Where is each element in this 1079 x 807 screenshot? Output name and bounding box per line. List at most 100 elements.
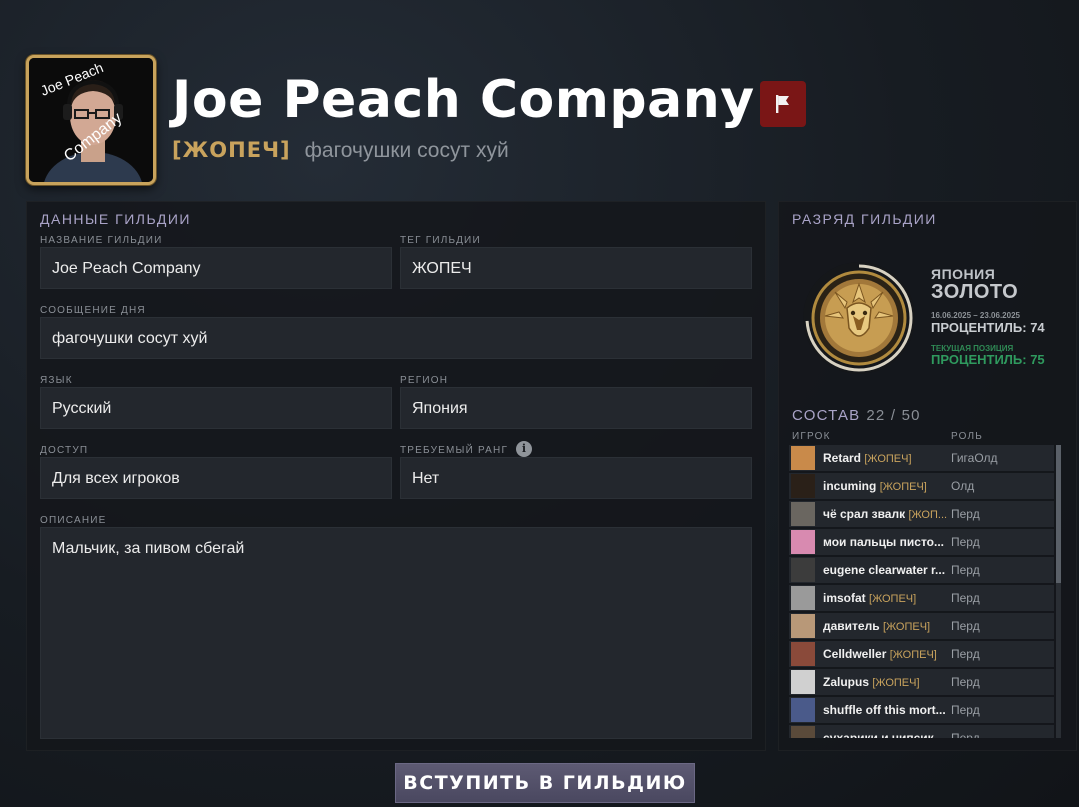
roster-scrollbar-thumb[interactable] bbox=[1056, 445, 1061, 583]
member-tag: [ЖОПЕЧ] bbox=[872, 677, 920, 689]
member-name-text: shuffle off this mort... bbox=[823, 703, 946, 717]
roster-member-row[interactable]: сухарики и чипсик... Перд bbox=[789, 725, 1054, 738]
member-role: Перд bbox=[951, 703, 980, 717]
gold-rank-medal-icon bbox=[803, 262, 915, 374]
member-name-text: сухарики и чипсик... bbox=[823, 731, 944, 738]
guild-page: Joe Peach Company Joe Peach Company [ЖОП… bbox=[0, 0, 1079, 807]
member-name: Zalupus [ЖОПЕЧ] bbox=[823, 675, 949, 689]
member-role: Перд bbox=[951, 647, 980, 661]
roster-member-row[interactable]: мои пальцы писто... Перд bbox=[789, 529, 1054, 555]
member-name-text: Zalupus bbox=[823, 675, 870, 689]
roster-member-row[interactable]: imsofat [ЖОПЕЧ] Перд bbox=[789, 585, 1054, 611]
member-role: Перд bbox=[951, 563, 980, 577]
member-role: Перд bbox=[951, 619, 980, 633]
roster-player-column: ИГРОК bbox=[792, 431, 831, 442]
roster-member-row[interactable]: Celldweller [ЖОПЕЧ] Перд bbox=[789, 641, 1054, 667]
guild-rank-title: РАЗРЯД ГИЛЬДИИ bbox=[792, 211, 937, 227]
guild-logo: Joe Peach Company bbox=[26, 55, 156, 185]
region-label: РЕГИОН bbox=[400, 375, 449, 386]
roster-member-row[interactable]: eugene clearwater r... Перд bbox=[789, 557, 1054, 583]
language-label: ЯЗЫК bbox=[40, 375, 73, 386]
roster-list[interactable]: Retard [ЖОПЕЧ] ГигаОлд incuming [ЖОПЕЧ] Олд… bbox=[789, 445, 1054, 738]
roster-title: СОСТАВ 22 / 50 bbox=[792, 407, 921, 424]
language-field[interactable]: Русский bbox=[40, 387, 392, 429]
member-avatar bbox=[791, 474, 815, 498]
roster-title-label: СОСТАВ bbox=[792, 407, 861, 424]
roster-member-row[interactable]: incuming [ЖОПЕЧ] Олд bbox=[789, 473, 1054, 499]
current-percentile: ПРОЦЕНТИЛЬ: 75 bbox=[931, 352, 1045, 367]
roster-role-column: РОЛЬ bbox=[951, 431, 984, 442]
member-avatar bbox=[791, 726, 815, 738]
member-name: incuming [ЖОПЕЧ] bbox=[823, 479, 949, 493]
guild-motd: фагочушки сосут хуй bbox=[304, 139, 509, 162]
member-name-text: Retard bbox=[823, 451, 862, 465]
guild-tag: [ЖОПЕЧ] bbox=[172, 138, 291, 162]
member-avatar bbox=[791, 614, 815, 638]
member-avatar bbox=[791, 558, 815, 582]
member-role: Олд bbox=[951, 479, 975, 493]
member-role: Перд bbox=[951, 591, 980, 605]
guild-subline: [ЖОПЕЧ] фагочушки сосут хуй bbox=[172, 138, 509, 163]
rank-dates: 16.06.2025 – 23.06.2025 bbox=[931, 311, 1020, 320]
member-avatar bbox=[791, 530, 815, 554]
member-name: Celldweller [ЖОПЕЧ] bbox=[823, 647, 949, 661]
member-role: Перд bbox=[951, 535, 980, 549]
guild-name-label: НАЗВАНИЕ ГИЛЬДИИ bbox=[40, 235, 163, 246]
motd-field[interactable]: фагочушки сосут хуй bbox=[40, 317, 752, 359]
member-name: Retard [ЖОПЕЧ] bbox=[823, 451, 949, 465]
access-field[interactable]: Для всех игроков bbox=[40, 457, 392, 499]
guild-tag-field[interactable]: ЖОПЕЧ bbox=[400, 247, 752, 289]
rank-region: ЯПОНИЯ bbox=[931, 266, 996, 282]
member-tag: [ЖОП... bbox=[908, 509, 948, 521]
guild-name-field[interactable]: Joe Peach Company bbox=[40, 247, 392, 289]
member-name-text: eugene clearwater r... bbox=[823, 563, 946, 577]
description-field[interactable]: Мальчик, за пивом сбегай bbox=[40, 527, 752, 739]
member-avatar bbox=[791, 642, 815, 666]
info-icon[interactable]: i bbox=[516, 441, 532, 457]
rank-percentile: ПРОЦЕНТИЛЬ: 74 bbox=[931, 320, 1045, 335]
roster-member-row[interactable]: чё срал звалк [ЖОП... Перд bbox=[789, 501, 1054, 527]
region-field[interactable]: Япония bbox=[400, 387, 752, 429]
roster-member-row[interactable]: давитель [ЖОПЕЧ] Перд bbox=[789, 613, 1054, 639]
description-label: ОПИСАНИЕ bbox=[40, 515, 107, 526]
member-role: Перд bbox=[951, 507, 980, 521]
guild-details-title: ДАННЫЕ ГИЛЬДИИ bbox=[40, 211, 191, 227]
motd-label: СООБЩЕНИЕ ДНЯ bbox=[40, 305, 146, 316]
guild-name-title: Joe Peach Company bbox=[172, 70, 755, 130]
guild-tag-label: ТЕГ ГИЛЬДИИ bbox=[400, 235, 481, 246]
member-role: Перд bbox=[951, 675, 980, 689]
member-name: imsofat [ЖОПЕЧ] bbox=[823, 591, 949, 605]
member-name-text: мои пальцы писто... bbox=[823, 535, 944, 549]
member-avatar bbox=[791, 670, 815, 694]
member-tag: [ЖОПЕЧ] bbox=[882, 621, 931, 633]
report-guild-button[interactable] bbox=[760, 81, 806, 127]
flag-icon bbox=[776, 95, 789, 113]
member-role: Перд bbox=[951, 731, 980, 738]
member-name: сухарики и чипсик... bbox=[823, 731, 949, 738]
access-label: ДОСТУП bbox=[40, 445, 89, 456]
member-avatar bbox=[791, 586, 815, 610]
member-avatar bbox=[791, 446, 815, 470]
roster-count: 22 / 50 bbox=[866, 407, 921, 424]
member-tag: [ЖОПЕЧ] bbox=[864, 453, 912, 465]
member-tag: [ЖОПЕЧ] bbox=[869, 593, 917, 605]
member-avatar bbox=[791, 698, 815, 722]
member-name-text: давитель bbox=[823, 619, 880, 633]
member-tag: [ЖОПЕЧ] bbox=[879, 481, 927, 493]
roster-member-row[interactable]: shuffle off this mort... Перд bbox=[789, 697, 1054, 723]
member-role: ГигаОлд bbox=[951, 451, 998, 465]
member-name: eugene clearwater r... bbox=[823, 563, 949, 577]
member-name: чё срал звалк [ЖОП... bbox=[823, 507, 949, 521]
required-rank-label: ТРЕБУЕМЫЙ РАНГ bbox=[400, 445, 509, 456]
guild-logo-image: Joe Peach Company bbox=[29, 58, 153, 182]
roster-member-row[interactable]: Retard [ЖОПЕЧ] ГигаОлд bbox=[789, 445, 1054, 471]
roster-member-row[interactable]: Zalupus [ЖОПЕЧ] Перд bbox=[789, 669, 1054, 695]
member-name: shuffle off this mort... bbox=[823, 703, 949, 717]
required-rank-field[interactable]: Нет bbox=[400, 457, 752, 499]
member-name-text: incuming bbox=[823, 479, 877, 493]
join-guild-button[interactable]: ВСТУПИТЬ В ГИЛЬДИЮ bbox=[395, 763, 695, 803]
member-name: давитель [ЖОПЕЧ] bbox=[823, 619, 949, 633]
member-name-text: imsofat bbox=[823, 591, 866, 605]
member-name-text: чё срал звалк bbox=[823, 507, 906, 521]
rank-tier: ЗОЛОТО bbox=[931, 281, 1019, 303]
